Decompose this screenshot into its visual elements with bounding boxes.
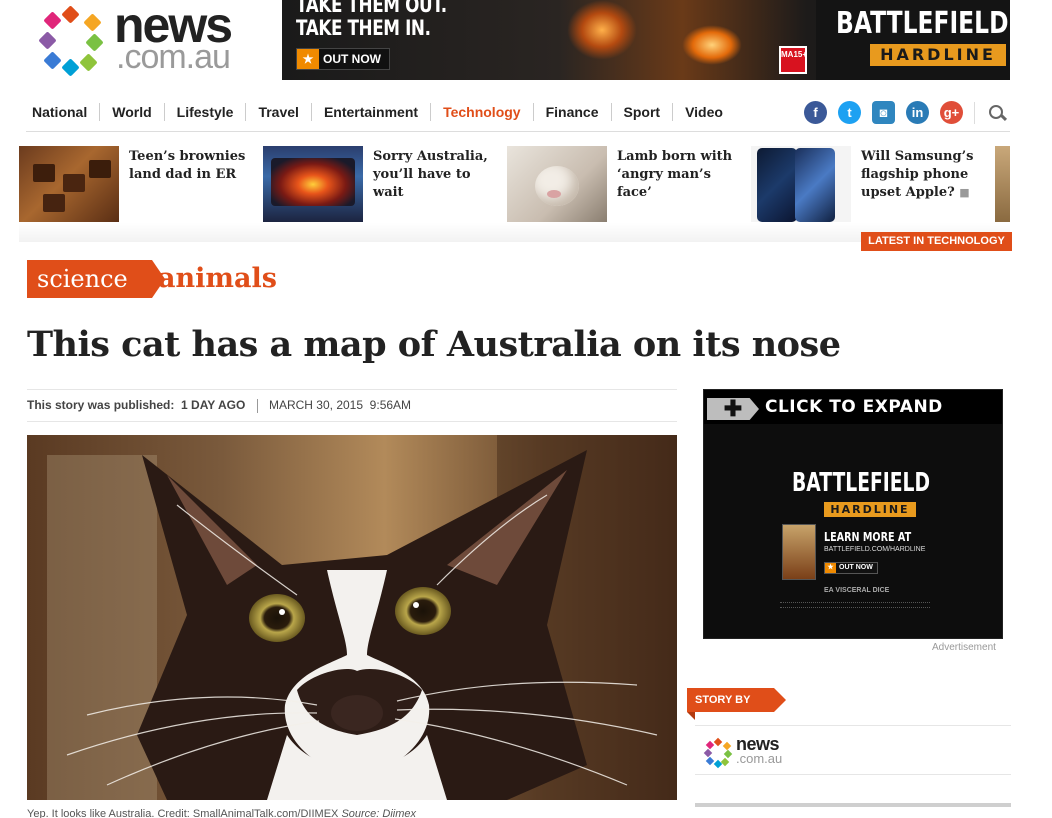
cat-photo <box>47 435 677 800</box>
subsection-link[interactable]: animals <box>158 260 277 298</box>
story-thumbnail[interactable] <box>507 146 607 222</box>
article-hero-image[interactable] <box>27 435 677 800</box>
ad-explosion-graphic <box>567 0 637 60</box>
ribbon-fold <box>687 712 695 720</box>
star-icon: ★ <box>297 49 319 69</box>
main-nav: National World Lifestyle Travel Entertai… <box>26 96 1010 132</box>
section-tag[interactable]: science <box>27 260 165 298</box>
story-by-domain: .com.au <box>736 751 783 766</box>
ad-brand: BATTLEFIELD <box>792 468 931 498</box>
story-by-label: STORY BY <box>687 688 787 712</box>
logo-dots-icon <box>703 737 733 769</box>
story-title[interactable]: Will Samsung’s flagship phone upset Appl… <box>861 148 991 202</box>
nav-item-world[interactable]: World <box>100 103 165 121</box>
latest-in-technology-label[interactable]: LATEST IN TECHNOLOGY <box>861 232 1012 251</box>
search-icon[interactable] <box>986 102 1008 124</box>
story-thumbnail[interactable] <box>263 146 363 222</box>
divider <box>695 803 1011 807</box>
nav-item-sport[interactable]: Sport <box>612 103 674 121</box>
image-caption: Yep. It looks like Australia. Credit: Sm… <box>27 808 417 818</box>
story-title[interactable]: Teen’s brownies land dad in ER <box>129 148 259 184</box>
latest-story[interactable]: Lamb born with ‘angry man’s face’ <box>507 146 747 222</box>
ad-fine-print <box>780 602 930 608</box>
nav-item-video[interactable]: Video <box>673 103 735 121</box>
latest-story[interactable]: Sorry Australia, you’ll have to wait <box>263 146 503 222</box>
ad-brand-sub: HARDLINE <box>824 502 916 517</box>
game-boxart <box>782 524 816 580</box>
story-title[interactable]: Lamb born with ‘angry man’s face’ <box>617 148 747 202</box>
latest-story[interactable]: Teen’s brownies land dad in ER <box>19 146 259 222</box>
site-logo[interactable]: news .com.au <box>38 0 253 77</box>
logo-domain: .com.au <box>116 38 231 76</box>
nav-item-travel[interactable]: Travel <box>246 103 312 121</box>
latest-stories-strip: Teen’s brownies land dad in ER Sorry Aus… <box>19 146 1010 242</box>
published-date: MARCH 30, 2015 9:56AM <box>268 398 412 412</box>
linkedin-icon[interactable]: in <box>906 101 929 124</box>
instagram-icon[interactable]: ◙ <box>872 101 895 124</box>
story-title[interactable]: Sorry Australia, you’ll have to wait <box>373 148 503 202</box>
expand-label: CLICK TO EXPAND <box>765 397 943 417</box>
banner-advertisement[interactable]: TAKE THEM OUT. TAKE THEM IN. ★ OUT NOW MA… <box>282 0 1010 80</box>
logo-dots-icon <box>38 5 104 77</box>
story-thumbnail[interactable] <box>19 146 119 222</box>
story-thumbnail[interactable] <box>995 146 1010 222</box>
nav-item-entertainment[interactable]: Entertainment <box>312 103 432 121</box>
latest-story[interactable] <box>995 146 1010 222</box>
published-relative: 1 DAY AGO <box>181 398 246 412</box>
social-links: f t ◙ in g+ <box>804 101 1008 124</box>
advertisement-label: Advertisement <box>932 642 996 653</box>
ad-explosion-graphic <box>682 25 742 65</box>
story-thumbnail[interactable] <box>751 146 851 222</box>
ad-learn-more: LEARN MORE AT <box>824 530 912 544</box>
ad-url: BATTLEFIELD.COM/HARDLINE <box>824 546 926 553</box>
click-to-expand-bar[interactable]: ✚ CLICK TO EXPAND <box>704 390 1002 424</box>
divider <box>974 101 975 124</box>
twitter-icon[interactable]: t <box>838 101 861 124</box>
rating-badge: MA15+ <box>779 46 807 74</box>
banner-cta[interactable]: ★ OUT NOW <box>296 48 390 70</box>
nav-item-finance[interactable]: Finance <box>534 103 612 121</box>
nav-item-technology[interactable]: Technology <box>431 103 534 121</box>
nav-item-lifestyle[interactable]: Lifestyle <box>165 103 247 121</box>
ad-out-now: OUT NOW <box>824 562 878 574</box>
publish-info: This story was published: 1 DAY AGO MARC… <box>27 389 677 422</box>
banner-brand: BATTLEFIELD HARDLINE <box>816 0 1010 80</box>
publisher-logos: EA VISCERAL DICE <box>824 587 890 594</box>
nav-items: National World Lifestyle Travel Entertai… <box>26 103 735 121</box>
divider <box>256 398 258 413</box>
story-by-logo[interactable]: news .com.au <box>703 734 794 769</box>
nav-item-national[interactable]: National <box>26 103 101 121</box>
banner-headline: TAKE THEM OUT. TAKE THEM IN. <box>296 0 447 40</box>
divider <box>695 725 1011 726</box>
latest-story[interactable]: Will Samsung’s flagship phone upset Appl… <box>751 146 991 222</box>
divider <box>695 774 1011 775</box>
article-headline: This cat has a map of Australia on its n… <box>27 324 841 365</box>
sidebar-advertisement[interactable]: ✚ CLICK TO EXPAND BATTLEFIELD HARDLINE L… <box>703 389 1003 639</box>
plus-icon: ✚ <box>707 398 759 420</box>
googleplus-icon[interactable]: g+ <box>940 101 963 124</box>
published-label: This story was published: <box>27 398 175 412</box>
video-icon: ■ <box>959 186 970 199</box>
facebook-icon[interactable]: f <box>804 101 827 124</box>
